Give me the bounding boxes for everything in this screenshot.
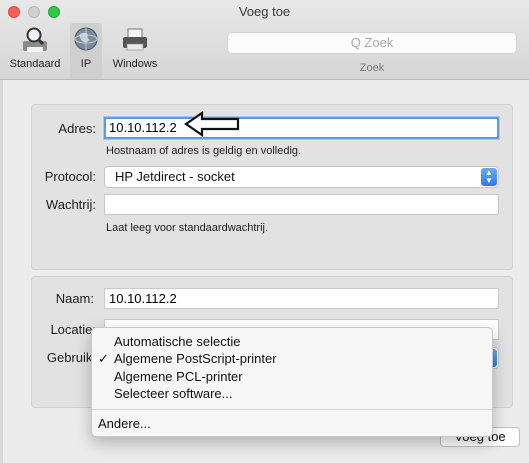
- menu-item-postscript[interactable]: Algemene PostScript-printer: [114, 350, 277, 367]
- address-field[interactable]: 10.10.112.2: [104, 117, 499, 139]
- queue-label: Wachtrij:: [45, 197, 96, 212]
- toolbar-windows-button[interactable]: Windows: [110, 23, 160, 79]
- menu-item-select-software[interactable]: Selecteer software...: [114, 385, 233, 402]
- protocol-label: Protocol:: [44, 169, 96, 184]
- menu-item-pcl[interactable]: Algemene PCL-printer: [114, 368, 243, 385]
- menu-separator: [92, 409, 492, 410]
- use-dropdown-menu: Automatische selectie ✓ Algemene PostScr…: [91, 327, 493, 437]
- protocol-value: HP Jetdirect - socket: [115, 169, 235, 184]
- address-label: Adres:: [58, 121, 96, 136]
- toolbar-windows-label: Windows: [112, 58, 158, 70]
- toolbar-ip-label: IP: [80, 58, 92, 70]
- use-label: Gebruik:: [46, 350, 96, 365]
- toolbar-default-label: Standaard: [9, 58, 61, 70]
- add-printer-window: Voeg toe Standaard IP Windows Q Zoek Zoe…: [0, 0, 529, 463]
- window-title: Voeg toe: [238, 4, 291, 19]
- search-label: Zoek: [359, 62, 385, 74]
- name-label: Naam:: [55, 291, 94, 306]
- arrow-annotation-icon: [184, 111, 240, 137]
- name-field[interactable]: 10.10.112.2: [104, 288, 499, 309]
- queue-hint: Laat leeg voor standaardwachtrij.: [106, 222, 269, 234]
- search-input[interactable]: Q Zoek: [227, 32, 517, 54]
- toolbar: Voeg toe Standaard IP Windows Q Zoek Zoe…: [0, 0, 529, 80]
- window-edge: [0, 80, 3, 463]
- checkmark-icon: ✓: [98, 351, 109, 366]
- magnifier-printer-icon: [23, 27, 47, 52]
- address-hint: Hostnaam of adres is geldig en volledig.: [106, 145, 302, 157]
- menu-item-automatic[interactable]: Automatische selectie: [114, 333, 240, 350]
- queue-field[interactable]: [104, 194, 499, 215]
- toolbar-default-button[interactable]: Standaard: [4, 23, 66, 79]
- chevron-updown-icon: ▲▼: [481, 168, 497, 186]
- toolbar-ip-button[interactable]: IP: [70, 23, 102, 79]
- windows-printer-icon: [123, 28, 147, 51]
- location-label: Locatie:: [50, 322, 96, 337]
- menu-item-other[interactable]: Andere...: [98, 415, 151, 432]
- protocol-select[interactable]: HP Jetdirect - socket ▲ ▼: [104, 166, 499, 188]
- globe-icon: [74, 27, 98, 51]
